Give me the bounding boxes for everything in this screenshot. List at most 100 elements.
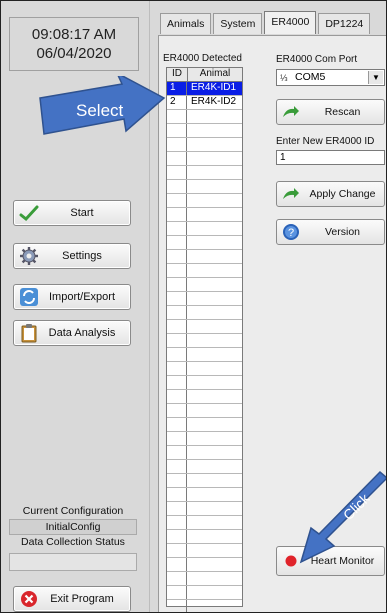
com-port-select[interactable]: ⅓ COM5 ▼ — [276, 69, 385, 86]
green-arrow-icon — [281, 185, 301, 203]
table-cell-id — [167, 306, 187, 319]
table-cell-id — [167, 558, 187, 571]
table-row-empty — [167, 250, 242, 264]
settings-button[interactable]: Settings — [13, 243, 131, 269]
data-collection-status-label: Data Collection Status — [21, 536, 125, 548]
table-row-empty — [167, 348, 242, 362]
close-icon — [18, 589, 40, 609]
table-row-empty — [167, 488, 242, 502]
table-cell-id — [167, 474, 187, 487]
table-cell-animal — [187, 110, 242, 123]
table-cell-animal — [187, 446, 242, 459]
table-row-empty — [167, 474, 242, 488]
current-configuration-value: InitialConfig — [9, 519, 137, 535]
rescan-label: Rescan — [324, 106, 361, 118]
click-callout-arrow: Click — [299, 470, 386, 564]
table-cell-id — [167, 334, 187, 347]
table-cell-animal — [187, 474, 242, 487]
table-cell-animal — [187, 544, 242, 557]
table-cell-id — [167, 292, 187, 305]
current-configuration-label: Current Configuration — [22, 505, 124, 517]
table-cell-id — [167, 110, 187, 123]
table-cell-id — [167, 320, 187, 333]
table-row[interactable]: 1 ER4K-ID1 — [167, 82, 242, 96]
table-cell-id — [167, 544, 187, 557]
table-cell-animal — [187, 432, 242, 445]
er4000-detected-label: ER4000 Detected — [163, 53, 242, 64]
app-window: 09:08:17 AM 06/04/2020 Start Settings Im… — [0, 0, 387, 613]
table-cell-animal — [187, 166, 242, 179]
table-row-empty — [167, 418, 242, 432]
exit-program-label: Exit Program — [50, 593, 114, 605]
tab-er4000[interactable]: ER4000 — [264, 11, 317, 34]
data-analysis-button[interactable]: Data Analysis — [13, 320, 131, 346]
new-id-label: Enter New ER4000 ID — [276, 136, 375, 147]
table-cell-id — [167, 166, 187, 179]
table-cell-id — [167, 376, 187, 389]
table-cell-animal — [187, 530, 242, 543]
table-row-empty — [167, 222, 242, 236]
table-cell-animal — [187, 306, 242, 319]
table-cell-animal — [187, 264, 242, 277]
table-row-empty — [167, 362, 242, 376]
table-cell-animal — [187, 194, 242, 207]
new-id-input[interactable]: 1 — [276, 150, 385, 165]
select-callout-text: Select — [76, 101, 124, 120]
table-row-empty — [167, 236, 242, 250]
exit-program-button[interactable]: Exit Program — [13, 586, 131, 612]
settings-button-label: Settings — [62, 250, 102, 262]
clock-display: 09:08:17 AM 06/04/2020 — [9, 17, 139, 71]
check-icon — [18, 203, 40, 223]
table-row-empty — [167, 460, 242, 474]
table-row-empty — [167, 600, 242, 612]
table-cell-id — [167, 600, 187, 612]
table-row-empty — [167, 404, 242, 418]
clipboard-icon — [18, 323, 40, 343]
table-cell-id — [167, 194, 187, 207]
table-cell-id — [167, 502, 187, 515]
table-cell-id — [167, 362, 187, 375]
table-cell-animal — [187, 572, 242, 585]
table-cell-id — [167, 530, 187, 543]
table-cell-id — [167, 446, 187, 459]
table-row-empty — [167, 586, 242, 600]
table-row[interactable]: 2 ER4K-ID2 — [167, 96, 242, 110]
table-cell-id — [167, 404, 187, 417]
table-cell-animal: ER4K-ID1 — [191, 82, 237, 93]
er4000-detected-table: ID Animal 1 ER4K-ID1 2 ER4K-ID2 — [166, 67, 243, 612]
table-cell-id — [167, 586, 187, 599]
table-cell-animal — [187, 152, 242, 165]
table-row-empty — [167, 558, 242, 572]
table-cell-animal — [187, 558, 242, 571]
apply-change-button[interactable]: Apply Change — [276, 181, 385, 207]
table-cell-animal — [187, 334, 242, 347]
table-row-empty — [167, 446, 242, 460]
tab-animals[interactable]: Animals — [160, 13, 212, 34]
data-collection-status-value — [9, 553, 137, 571]
table-row-empty — [167, 544, 242, 558]
table-cell-id — [167, 208, 187, 221]
table-header: ID Animal — [167, 68, 242, 82]
com-port-label: ER4000 Com Port — [276, 54, 358, 65]
table-cell-id — [167, 278, 187, 291]
start-button[interactable]: Start — [13, 200, 131, 226]
table-cell-id: 2 — [167, 96, 187, 109]
table-row-empty — [167, 334, 242, 348]
table-empty-rows — [167, 110, 242, 612]
version-button[interactable]: ? Version — [276, 219, 385, 245]
chevron-down-icon[interactable]: ▼ — [368, 71, 383, 84]
table-cell-id — [167, 418, 187, 431]
tab-system[interactable]: System — [213, 13, 263, 34]
gear-icon — [18, 246, 40, 266]
svg-text:?: ? — [288, 227, 294, 239]
import-export-button[interactable]: Import/Export — [13, 284, 131, 310]
table-cell-id — [167, 138, 187, 151]
select-callout-arrow: Select — [39, 76, 166, 135]
table-row-empty — [167, 110, 242, 124]
tab-dp1224[interactable]: DP1224 — [318, 13, 371, 34]
table-cell-id — [167, 572, 187, 585]
table-row-empty — [167, 138, 242, 152]
table-cell-animal — [187, 586, 242, 599]
table-cell-animal — [187, 278, 242, 291]
rescan-button[interactable]: Rescan — [276, 99, 385, 125]
